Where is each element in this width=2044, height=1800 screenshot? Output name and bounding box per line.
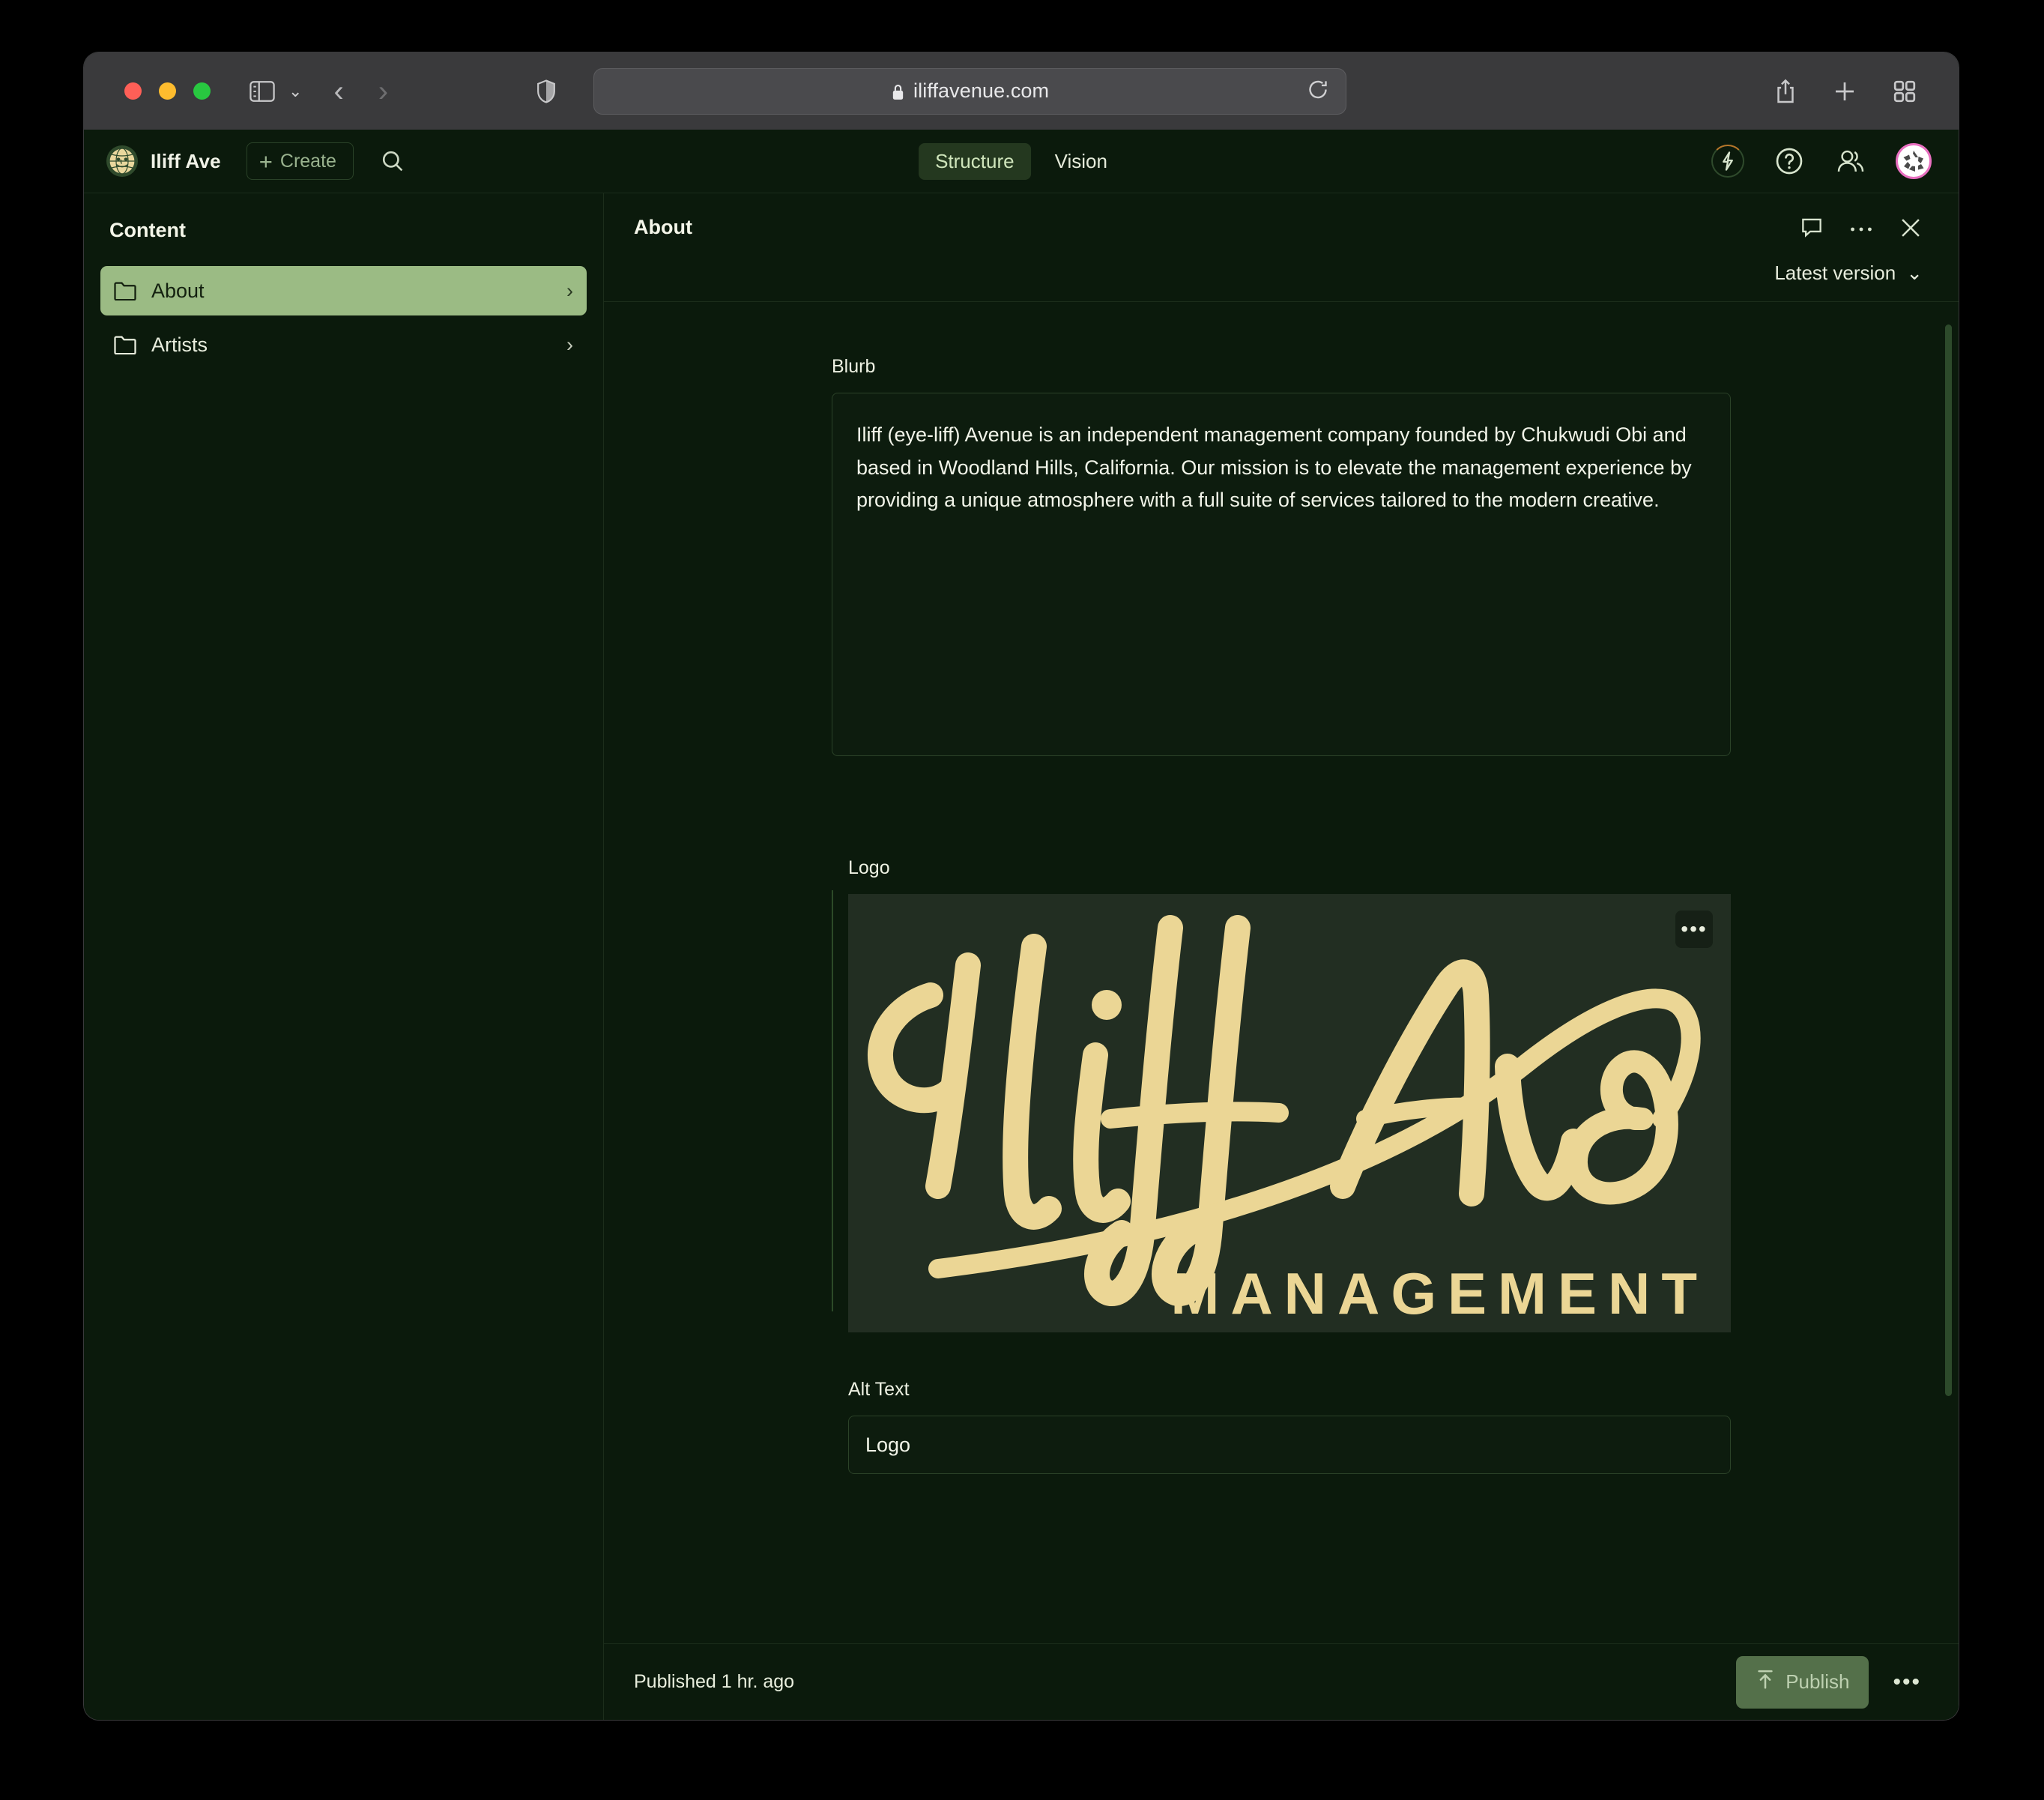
blurb-text: Iliff (eye-liff) Avenue is an independen… — [856, 423, 1692, 512]
footer-more-button[interactable]: ••• — [1888, 1670, 1926, 1695]
reload-icon[interactable] — [1307, 78, 1329, 104]
field-label-logo: Logo — [848, 857, 890, 878]
minimize-window-button[interactable] — [159, 82, 176, 100]
chevron-right-icon: › — [566, 279, 573, 302]
close-icon[interactable] — [1899, 216, 1923, 244]
logo-artwork: MANAGEMENT — [848, 894, 1731, 1332]
sidebar-item-about[interactable]: About › — [100, 266, 587, 315]
logo-image[interactable]: MANAGEMENT ••• — [848, 894, 1731, 1332]
footer-actions: Publish ••• — [1736, 1655, 1926, 1709]
privacy-shield-icon[interactable] — [536, 79, 556, 103]
globe-face-logo-icon — [106, 145, 138, 177]
published-status: Published 1 hr. ago — [634, 1671, 795, 1692]
field-blurb: Blurb Iliff (eye-liff) Avenue is an inde… — [832, 356, 1731, 756]
document-header-actions — [1800, 216, 1923, 244]
version-dropdown-label: Latest version — [1774, 262, 1896, 284]
members-users-icon[interactable] — [1834, 145, 1867, 178]
brand[interactable]: Iliff Ave — [106, 145, 221, 177]
sidebar-item-artists[interactable]: Artists › — [100, 320, 587, 369]
tab-vision[interactable]: Vision — [1038, 143, 1124, 180]
plus-icon[interactable] — [1833, 79, 1857, 103]
close-window-button[interactable] — [124, 82, 142, 100]
back-button[interactable]: ‹ — [333, 76, 343, 106]
app-body: Content About › Artists › About Latest v… — [84, 193, 1959, 1720]
sidebar-item-label: Artists — [151, 333, 208, 356]
field-label-blurb: Blurb — [832, 356, 876, 377]
document-version-row: Latest version ⌄ — [634, 262, 1923, 285]
ellipsis-icon[interactable] — [1849, 223, 1873, 237]
bolt-progress-ring — [1711, 145, 1744, 178]
sidebar-toggle-icon[interactable] — [250, 80, 275, 103]
document-scrollbar[interactable] — [1945, 324, 1952, 1396]
forward-button[interactable]: › — [378, 76, 388, 106]
logo-wordmark-text: MANAGEMENT — [1170, 1260, 1708, 1326]
sidebar-title: Content — [109, 219, 186, 241]
browser-window: ⌄ ‹ › iliffavenue.com Iliff Ave + Create… — [84, 52, 1959, 1720]
chevron-down-icon: ⌄ — [1906, 262, 1923, 284]
help-question-icon[interactable] — [1773, 145, 1806, 178]
browser-toolbar: ⌄ ‹ › iliffavenue.com — [84, 52, 1959, 130]
field-logo: Logo MANAGEMENT ••• — [832, 857, 1731, 1332]
app-header-right — [1711, 143, 1936, 179]
logo-more-button[interactable]: ••• — [1675, 910, 1713, 948]
url-text-wrap: iliffavenue.com — [891, 79, 1049, 103]
document-content: Blurb Iliff (eye-liff) Avenue is an inde… — [604, 302, 1959, 1474]
publish-button[interactable]: Publish — [1736, 1655, 1869, 1709]
page-title: About — [634, 216, 692, 238]
document-scroll-area: Blurb Iliff (eye-liff) Avenue is an inde… — [604, 302, 1959, 1643]
brand-name: Iliff Ave — [151, 149, 221, 172]
folder-icon — [114, 335, 136, 354]
blurb-textarea[interactable]: Iliff (eye-liff) Avenue is an independen… — [832, 393, 1731, 756]
tab-structure[interactable]: Structure — [919, 142, 1031, 180]
field-label-alt-text: Alt Text — [848, 1379, 910, 1400]
comment-icon[interactable] — [1800, 216, 1824, 244]
create-button-label: Create — [279, 150, 336, 172]
field-accent-bar — [832, 890, 833, 1311]
content-sidebar: Content About › Artists › — [84, 193, 604, 1720]
folder-icon — [114, 281, 136, 300]
sidebar-item-label: About — [151, 279, 205, 302]
lightning-bolt-icon[interactable] — [1711, 145, 1744, 178]
user-avatar[interactable] — [1896, 143, 1932, 179]
create-button[interactable]: + Create — [246, 142, 354, 180]
app-header: Iliff Ave + Create Structure Vision — [84, 130, 1959, 193]
document-footer: Published 1 hr. ago Publish ••• — [604, 1643, 1959, 1720]
document-header: About Latest version ⌄ — [604, 193, 1959, 302]
share-icon[interactable] — [1774, 79, 1797, 104]
publish-button-label: Publish — [1786, 1670, 1850, 1693]
maximize-window-button[interactable] — [193, 82, 211, 100]
lock-icon — [891, 83, 905, 101]
document-header-row: About — [634, 216, 1923, 244]
tab-grid-icon[interactable] — [1893, 79, 1917, 103]
url-host: iliffavenue.com — [913, 79, 1050, 102]
upload-icon — [1756, 1669, 1775, 1695]
plus-icon: + — [258, 148, 273, 175]
field-alt-text: Alt Text — [832, 1379, 1731, 1474]
document-pane: About Latest version ⌄ Blurb Iliff (eye-… — [604, 193, 1959, 1720]
version-dropdown[interactable]: Latest version ⌄ — [1774, 262, 1923, 285]
mode-tabs: Structure Vision — [919, 142, 1124, 180]
navigation-buttons[interactable]: ‹ › — [333, 76, 388, 106]
alt-text-input[interactable] — [848, 1416, 1731, 1474]
browser-toolbar-right — [1774, 79, 1933, 104]
address-bar[interactable]: iliffavenue.com — [593, 67, 1347, 115]
chevron-right-icon: › — [566, 333, 573, 356]
search-icon[interactable] — [381, 149, 405, 173]
window-controls[interactable] — [124, 82, 211, 100]
sidebar-dropdown-icon[interactable]: ⌄ — [288, 82, 302, 100]
